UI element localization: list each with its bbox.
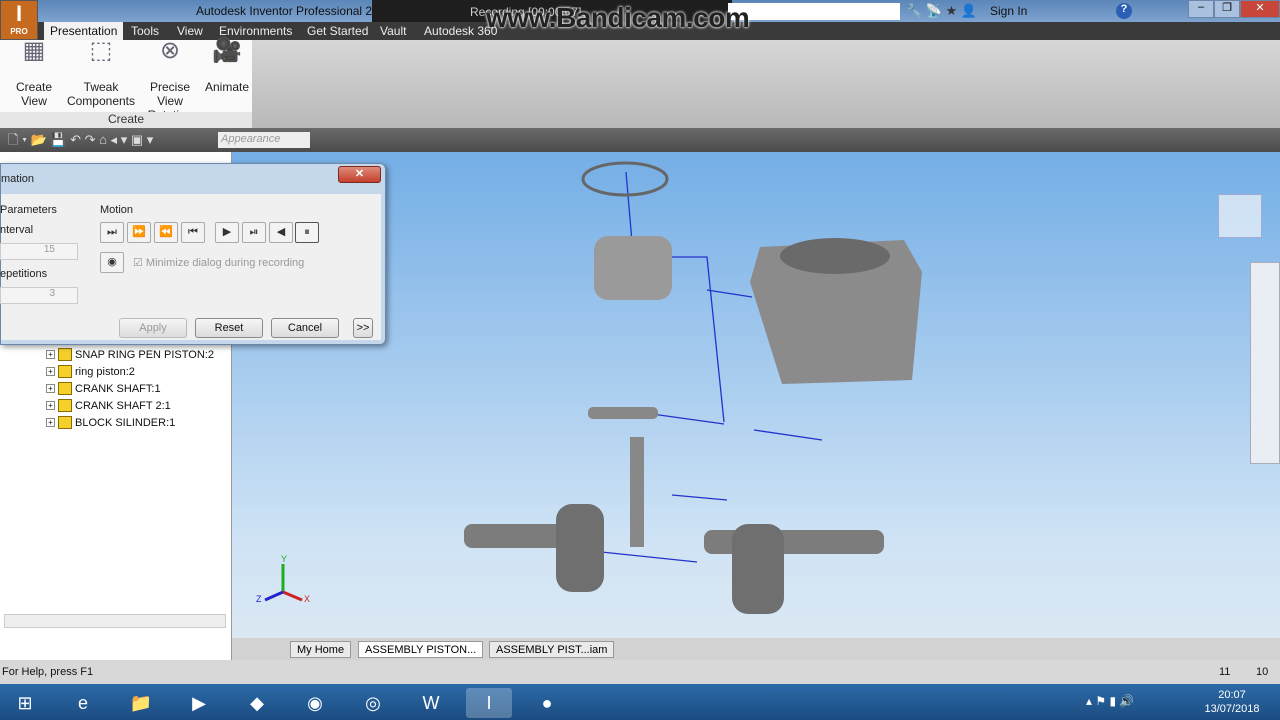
tab-vault[interactable]: Vault [380,22,406,40]
tweak-components-button[interactable]: ⬚ Tweak Components [66,37,136,109]
create-panel-label: Create [0,112,252,128]
tab-my-home[interactable]: My Home [290,641,352,658]
reverse-button[interactable]: ⏪ [154,222,178,243]
exploded-assembly [264,161,922,614]
minimize-button[interactable]: – [1188,0,1214,18]
part-icon [58,399,72,412]
bandicam-icon[interactable]: ● [524,688,570,718]
rotation-icon: ⊗ [159,37,181,64]
create-view-button[interactable]: ▦ Create View [3,37,65,109]
navigation-bar[interactable] [1250,262,1280,464]
motion-group-label: Motion [100,204,134,216]
precise-view-rotation-button[interactable]: ⊗Precise View Rotation [137,37,203,123]
tree-item[interactable]: + ring piston:2 [46,365,135,378]
dialog-title: mation [1,173,35,185]
part-icon [58,416,72,429]
crank-shaft-2 [704,530,884,554]
tree-item[interactable]: + SNAP RING PEN PISTON:2 [46,348,214,361]
animate-button[interactable]: 🎥 Animate [204,37,250,95]
tab-assembly-piston-iam[interactable]: ASSEMBLY PIST...iam [489,641,615,658]
watermark: www.Bandicam.com [486,2,750,33]
part-icon [58,365,72,378]
animate-icon: 🎥 [212,37,242,64]
help-icon[interactable]: ? [1116,3,1132,19]
tweak-icon: ⬚ [89,37,113,64]
window-title: Autodesk Inventor Professional 201 [196,4,386,18]
qat-icons[interactable]: 🗋 ▾ 📂 💾 ↶ ↷ ⌂ ◂ ▾ ▣ ▾ [8,131,153,153]
quick-access-toolbar: 🗋 ▾ 📂 💾 ↶ ↷ ⌂ ◂ ▾ ▣ ▾ [0,128,1280,152]
play-reverse-button[interactable]: ◀ [269,222,293,243]
status-bar: For Help, press F1 11 10 [0,660,1280,684]
part-icon [58,382,72,395]
axis-y-label: Y [281,554,288,564]
appearance-dropdown[interactable]: Appearance [218,132,310,148]
app-menu-button[interactable]: I PRO [0,0,38,40]
app-icon[interactable]: ◆ [234,688,280,718]
word-icon[interactable]: W [408,688,454,718]
play-forward-button[interactable]: ▶ [215,222,239,243]
start-button[interactable]: ⏮ [181,222,205,243]
ribbon-empty [252,40,1280,128]
start-button[interactable]: ⊞ [2,688,48,718]
tree-item[interactable]: + BLOCK SILINDER:1 [46,416,175,429]
axis-z-label: Z [256,594,262,604]
pause-button[interactable]: ⏸ [295,222,319,243]
piston-ring [581,161,669,197]
auto-reverse-button[interactable]: ⏯ [242,222,266,243]
view-cube[interactable] [1218,194,1262,238]
help-search-input[interactable] [728,3,900,20]
repetitions-label: epetitions [0,268,48,280]
browser-scrollbar[interactable] [4,614,226,628]
firefox-icon[interactable]: ◉ [292,688,338,718]
piston [594,236,672,300]
tab-get-started[interactable]: Get Started [307,22,368,40]
sign-in-link[interactable]: Sign In [990,4,1027,18]
more-button[interactable]: >> [353,318,373,338]
close-window-button[interactable]: ✕ [1240,0,1280,18]
piston-pin [588,407,658,419]
axis-x-label: X [304,594,311,604]
media-icon[interactable]: ▶ [176,688,222,718]
part-icon [58,348,72,361]
apply-button[interactable]: Apply [119,318,187,338]
tree-item[interactable]: + CRANK SHAFT 2:1 [46,399,171,412]
inventor-icon[interactable]: I [466,688,512,718]
axis-triad [264,564,303,602]
system-tray[interactable]: ▴ ⚑ ▮ 🔊 [1086,694,1134,708]
reset-button[interactable]: Reset [195,318,263,338]
tab-assembly-piston-active[interactable]: ASSEMBLY PISTON... [358,641,484,658]
create-view-icon: ▦ [22,37,46,64]
connecting-rod [630,437,644,547]
tab-view[interactable]: View [177,22,203,40]
toolbar-icons[interactable]: 🔧 📡 ★ 👤 [906,3,977,19]
repetitions-spinner[interactable]: 3 [0,287,78,304]
forward-button[interactable]: ⏩ [127,222,151,243]
ie-icon[interactable]: e [60,688,106,718]
record-button[interactable]: ◉ [100,252,124,273]
end-button[interactable]: ⏭ [100,222,124,243]
dialog-close-button[interactable]: ✕ [338,166,381,183]
parameters-group-label: Parameters [0,204,57,216]
cancel-button[interactable]: Cancel [271,318,339,338]
tab-tools[interactable]: Tools [131,22,159,40]
minimize-checkbox[interactable]: ☑ Minimize dialog during recording [133,256,304,269]
graphics-viewport[interactable]: Y X Z [232,152,1280,638]
restore-button[interactable]: ❐ [1214,0,1240,18]
explorer-icon[interactable]: 📁 [118,688,164,718]
interval-label: nterval [0,224,34,236]
tree-item[interactable]: + CRANK SHAFT:1 [46,382,161,395]
chrome-icon[interactable]: ◎ [350,688,396,718]
clock[interactable]: 20:07 13/07/2018 [1200,688,1264,716]
interval-spinner[interactable]: 15 [0,243,78,260]
